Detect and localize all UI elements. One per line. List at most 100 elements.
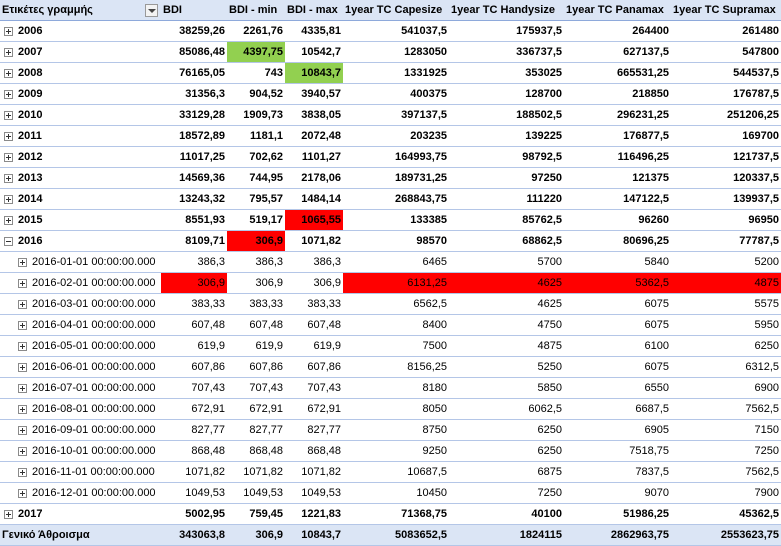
cell-bdi-min[interactable]: 4397,75 — [227, 41, 285, 63]
cell-bdi[interactable]: 14569,36 — [161, 167, 227, 189]
cell-handysize[interactable]: 6250 — [449, 440, 564, 462]
expand-icon[interactable] — [18, 383, 27, 393]
cell-supramax[interactable]: 7250 — [671, 440, 781, 462]
cell-handysize[interactable]: 4625 — [449, 293, 564, 315]
cell-supramax[interactable]: 6250 — [671, 335, 781, 357]
grand-total-supramax[interactable]: 2553623,75 — [671, 524, 781, 546]
cell-supramax[interactable]: 547800 — [671, 41, 781, 63]
cell-bdi[interactable]: 5002,95 — [161, 503, 227, 525]
cell-bdi-max[interactable]: 707,43 — [285, 377, 343, 399]
grand-total-handysize[interactable]: 1824115 — [449, 524, 564, 546]
cell-handysize[interactable]: 97250 — [449, 167, 564, 189]
cell-supramax[interactable]: 7900 — [671, 482, 781, 504]
cell-capesize[interactable]: 268843,75 — [343, 188, 449, 210]
cell-handysize[interactable]: 85762,5 — [449, 209, 564, 231]
cell-handysize[interactable]: 7250 — [449, 482, 564, 504]
cell-bdi-max[interactable]: 619,9 — [285, 335, 343, 357]
cell-bdi-min[interactable]: 1049,53 — [227, 482, 285, 504]
cell-handysize[interactable]: 6875 — [449, 461, 564, 483]
cell-bdi[interactable]: 306,9 — [161, 272, 227, 294]
cell-bdi[interactable]: 13243,32 — [161, 188, 227, 210]
cell-bdi-max[interactable]: 1065,55 — [285, 209, 343, 231]
grand-total-bdi[interactable]: 343063,8 — [161, 524, 227, 546]
cell-bdi-min[interactable]: 386,3 — [227, 251, 285, 273]
cell-panamax[interactable]: 264400 — [564, 20, 671, 42]
cell-panamax[interactable]: 6075 — [564, 356, 671, 378]
expand-icon[interactable] — [18, 278, 27, 288]
cell-bdi-max[interactable]: 1484,14 — [285, 188, 343, 210]
cell-bdi-max[interactable]: 3940,57 — [285, 83, 343, 105]
expand-icon[interactable] — [18, 467, 27, 477]
collapse-icon[interactable] — [4, 236, 13, 246]
cell-supramax[interactable]: 7562,5 — [671, 461, 781, 483]
cell-panamax[interactable]: 9070 — [564, 482, 671, 504]
cell-panamax[interactable]: 6075 — [564, 314, 671, 336]
cell-panamax[interactable]: 218850 — [564, 83, 671, 105]
cell-bdi-max[interactable]: 2072,48 — [285, 125, 343, 147]
cell-handysize[interactable]: 6250 — [449, 419, 564, 441]
cell-capesize[interactable]: 71368,75 — [343, 503, 449, 525]
cell-supramax[interactable]: 5575 — [671, 293, 781, 315]
cell-panamax[interactable]: 6075 — [564, 293, 671, 315]
expand-icon[interactable] — [4, 47, 13, 57]
expand-icon[interactable] — [4, 152, 13, 162]
cell-bdi[interactable]: 386,3 — [161, 251, 227, 273]
cell-bdi-max[interactable]: 1071,82 — [285, 230, 343, 252]
cell-handysize[interactable]: 188502,5 — [449, 104, 564, 126]
expand-icon[interactable] — [18, 320, 27, 330]
cell-supramax[interactable]: 6900 — [671, 377, 781, 399]
cell-panamax[interactable]: 176877,5 — [564, 125, 671, 147]
cell-supramax[interactable]: 261480 — [671, 20, 781, 42]
cell-supramax[interactable]: 176787,5 — [671, 83, 781, 105]
cell-supramax[interactable]: 169700 — [671, 125, 781, 147]
cell-bdi-min[interactable]: 759,45 — [227, 503, 285, 525]
grand-total-panamax[interactable]: 2862963,75 — [564, 524, 671, 546]
expand-icon[interactable] — [4, 26, 13, 36]
cell-panamax[interactable]: 296231,25 — [564, 104, 671, 126]
cell-bdi[interactable]: 383,33 — [161, 293, 227, 315]
expand-icon[interactable] — [18, 341, 27, 351]
cell-bdi-min[interactable]: 306,9 — [227, 272, 285, 294]
cell-bdi-min[interactable]: 619,9 — [227, 335, 285, 357]
cell-supramax[interactable]: 5950 — [671, 314, 781, 336]
cell-handysize[interactable]: 4625 — [449, 272, 564, 294]
cell-bdi[interactable]: 707,43 — [161, 377, 227, 399]
cell-bdi-min[interactable]: 2261,76 — [227, 20, 285, 42]
cell-bdi-max[interactable]: 10843,7 — [285, 62, 343, 84]
cell-bdi-max[interactable]: 4335,81 — [285, 20, 343, 42]
expand-icon[interactable] — [18, 488, 27, 498]
cell-bdi[interactable]: 8109,71 — [161, 230, 227, 252]
cell-bdi-min[interactable]: 383,33 — [227, 293, 285, 315]
cell-capesize[interactable]: 400375 — [343, 83, 449, 105]
expand-icon[interactable] — [4, 215, 13, 225]
cell-handysize[interactable]: 139225 — [449, 125, 564, 147]
cell-panamax[interactable]: 5840 — [564, 251, 671, 273]
cell-bdi[interactable]: 1049,53 — [161, 482, 227, 504]
cell-supramax[interactable]: 4875 — [671, 272, 781, 294]
cell-supramax[interactable]: 7150 — [671, 419, 781, 441]
expand-icon[interactable] — [4, 509, 13, 519]
cell-panamax[interactable]: 147122,5 — [564, 188, 671, 210]
cell-bdi-min[interactable]: 1071,82 — [227, 461, 285, 483]
cell-bdi-max[interactable]: 10542,7 — [285, 41, 343, 63]
cell-panamax[interactable]: 627137,5 — [564, 41, 671, 63]
cell-capesize[interactable]: 541037,5 — [343, 20, 449, 42]
cell-capesize[interactable]: 189731,25 — [343, 167, 449, 189]
cell-handysize[interactable]: 68862,5 — [449, 230, 564, 252]
cell-capesize[interactable]: 6131,25 — [343, 272, 449, 294]
cell-panamax[interactable]: 80696,25 — [564, 230, 671, 252]
expand-icon[interactable] — [4, 89, 13, 99]
cell-handysize[interactable]: 4750 — [449, 314, 564, 336]
cell-capesize[interactable]: 8400 — [343, 314, 449, 336]
cell-bdi[interactable]: 672,91 — [161, 398, 227, 420]
expand-icon[interactable] — [18, 362, 27, 372]
cell-bdi-min[interactable]: 1909,73 — [227, 104, 285, 126]
cell-capesize[interactable]: 10450 — [343, 482, 449, 504]
expand-icon[interactable] — [18, 404, 27, 414]
expand-icon[interactable] — [18, 299, 27, 309]
cell-bdi-max[interactable]: 306,9 — [285, 272, 343, 294]
cell-supramax[interactable]: 45362,5 — [671, 503, 781, 525]
cell-capesize[interactable]: 1283050 — [343, 41, 449, 63]
cell-bdi[interactable]: 8551,93 — [161, 209, 227, 231]
cell-supramax[interactable]: 251206,25 — [671, 104, 781, 126]
